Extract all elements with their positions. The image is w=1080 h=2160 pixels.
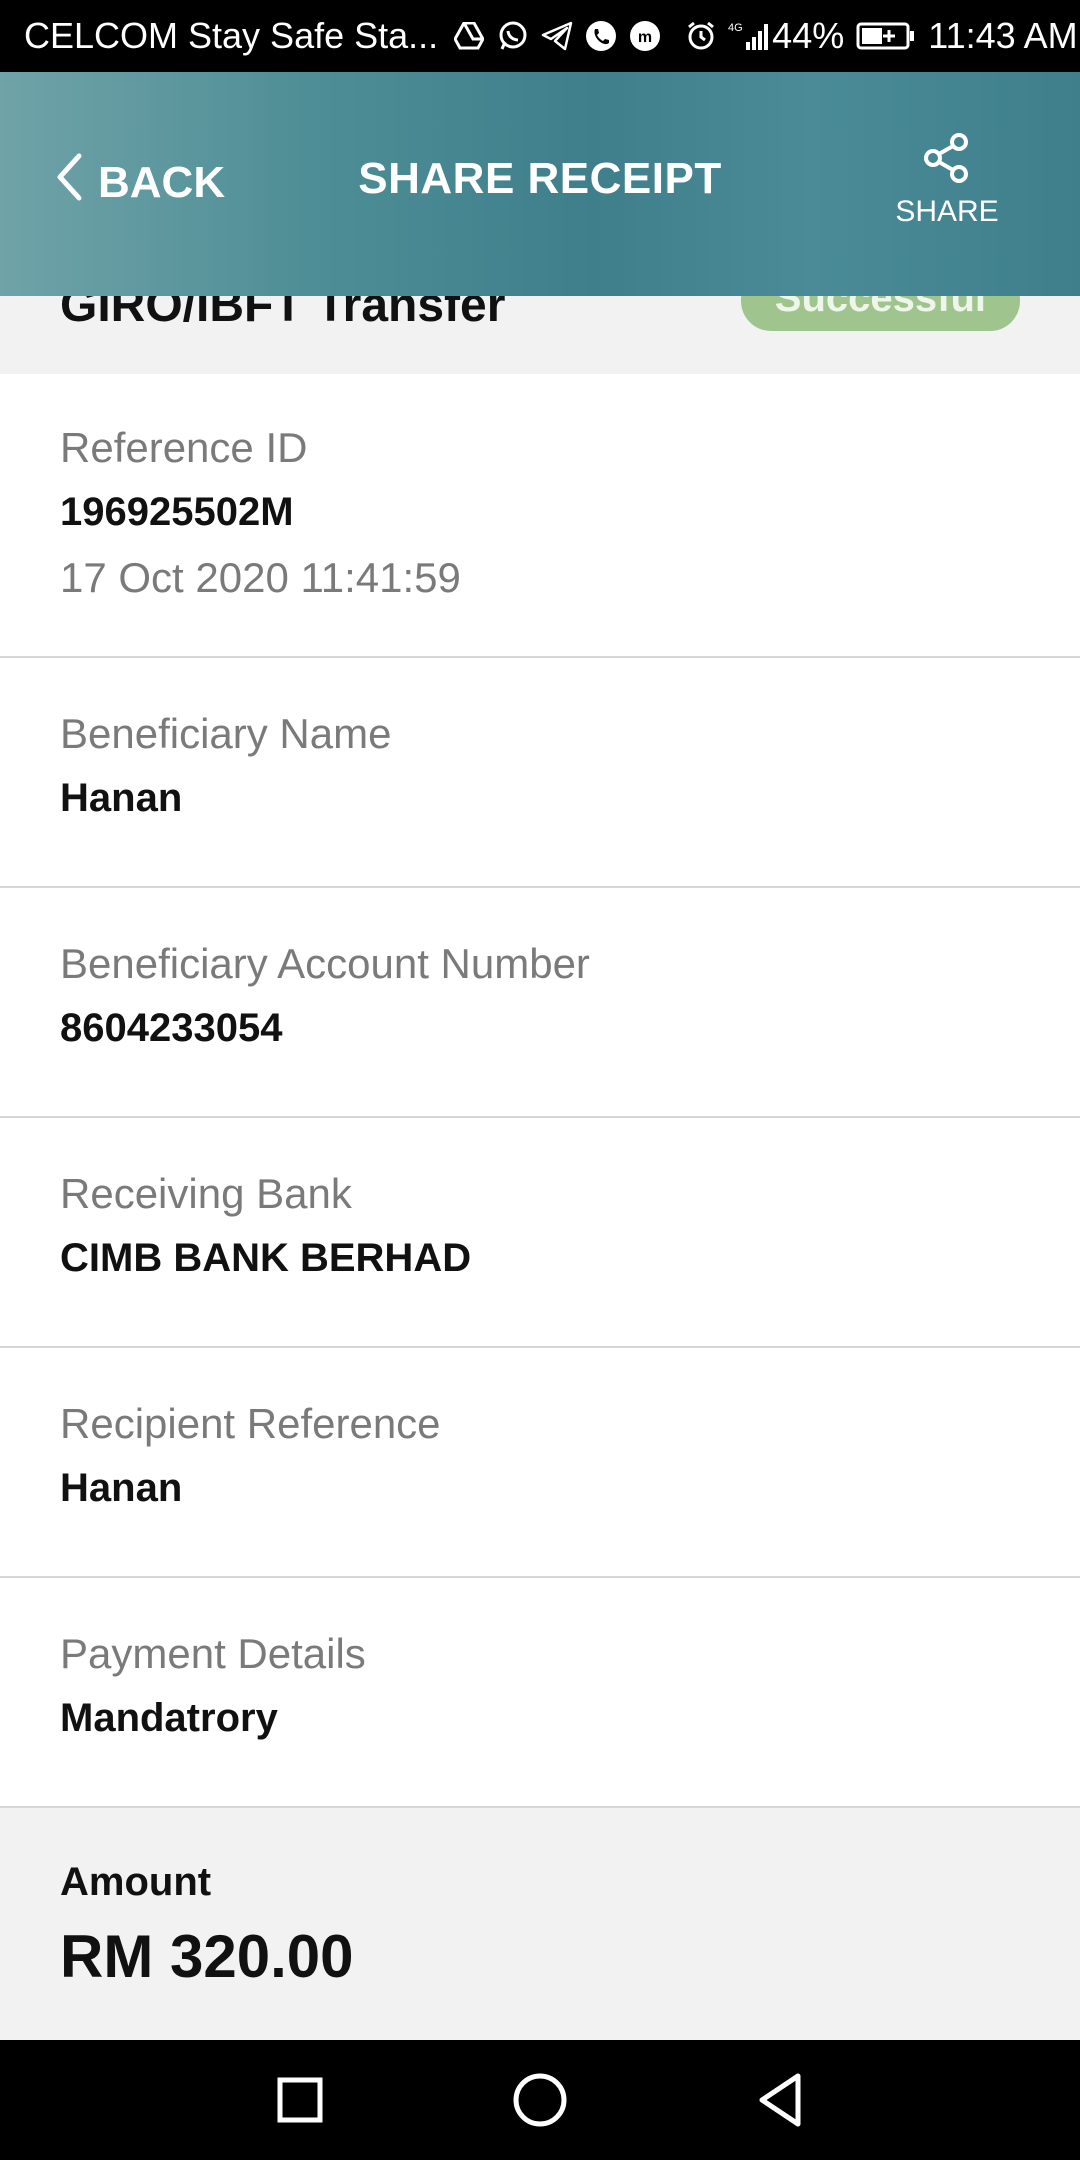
detail-label: Beneficiary Name (60, 710, 392, 757)
detail-label: Receiving Bank (60, 1170, 352, 1217)
detail-label: Reference ID (60, 424, 308, 471)
detail-value: Hanan (60, 776, 183, 820)
detail-value: 196925502M (60, 490, 294, 534)
signal-icon: 4G (728, 19, 772, 53)
system-nav-bar (0, 2040, 1080, 2160)
detail-row-receiving-bank: Receiving Bank CIMB BANK BERHAD (0, 1118, 1080, 1348)
detail-label: Recipient Reference (60, 1400, 441, 1447)
app-header: BACK SHARE RECEIPT SHARE (0, 72, 1080, 296)
svg-text:4G: 4G (728, 22, 743, 34)
amount-value: RM 320.00 (60, 1923, 354, 1990)
detail-timestamp: 17 Oct 2020 11:41:59 (60, 554, 461, 601)
amount-section: Amount RM 320.00 (0, 1808, 1080, 2040)
detail-row-payment-details: Payment Details Mandatrory (0, 1578, 1080, 1808)
status-bar: CELCOM Stay Safe Sta... m 4G 44% 11:43 A… (0, 0, 1080, 72)
amount-label: Amount (60, 1860, 212, 1904)
detail-label: Beneficiary Account Number (60, 940, 590, 987)
circle-icon (513, 2073, 567, 2127)
status-badge: Successful (740, 296, 1020, 331)
square-icon (277, 2077, 323, 2123)
battery-icon (856, 21, 916, 51)
battery-percent: 44% (772, 15, 845, 56)
detail-row-beneficiary-name: Beneficiary Name Hanan (0, 658, 1080, 888)
detail-row-reference-id: Reference ID 196925502M 17 Oct 2020 11:4… (0, 374, 1080, 658)
home-button[interactable] (504, 2064, 576, 2136)
detail-value: 8604233054 (60, 1006, 283, 1050)
notification-icons: m 4G (452, 19, 772, 53)
detail-row-account-number: Beneficiary Account Number 8604233054 (0, 888, 1080, 1118)
detail-label: Payment Details (60, 1630, 366, 1677)
phone-icon (584, 19, 618, 53)
triangle-back-icon (759, 2073, 801, 2127)
svg-text:m: m (638, 29, 652, 46)
share-label: SHARE (895, 195, 999, 228)
telegram-icon (540, 19, 574, 53)
detail-row-recipient-reference: Recipient Reference Hanan (0, 1348, 1080, 1578)
whatsapp-icon (496, 19, 530, 53)
carrier-name: CELCOM Stay Safe Sta... (24, 15, 439, 56)
drive-icon (452, 19, 486, 53)
transaction-summary: GIRO/IBFT Transfer Successful (0, 296, 1080, 376)
recents-button[interactable] (264, 2064, 336, 2136)
share-icon (921, 133, 973, 188)
share-button[interactable]: SHARE (892, 132, 1002, 229)
alarm-icon (684, 19, 718, 53)
transaction-type: GIRO/IBFT Transfer (60, 296, 506, 332)
back-nav-button[interactable] (744, 2064, 816, 2136)
messenger-icon: m (628, 19, 662, 53)
detail-value: CIMB BANK BERHAD (60, 1236, 472, 1280)
detail-value: Hanan (60, 1466, 183, 1510)
detail-value: Mandatrory (60, 1696, 278, 1740)
clock: 11:43 AM (928, 15, 1078, 56)
